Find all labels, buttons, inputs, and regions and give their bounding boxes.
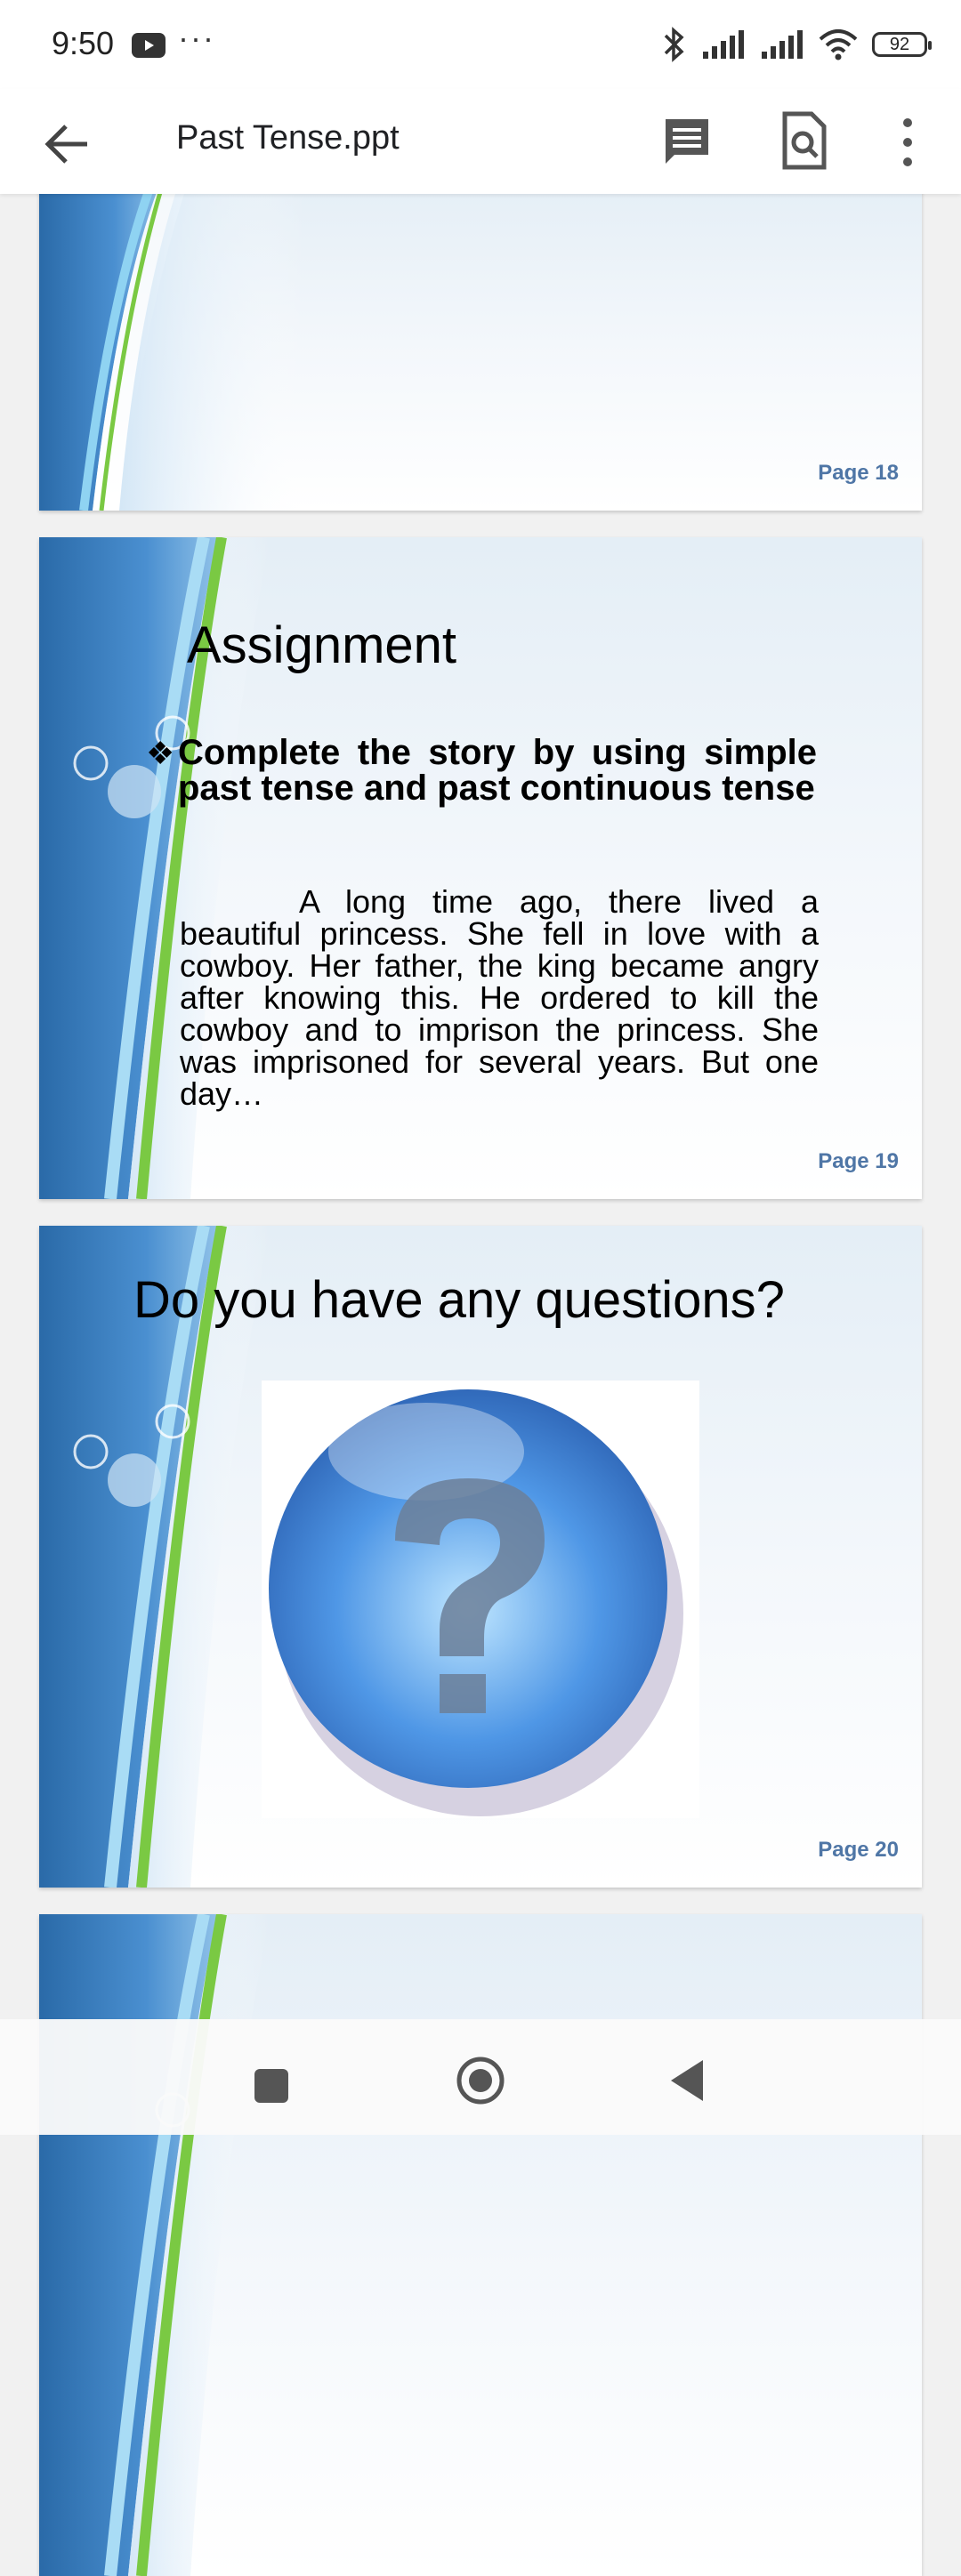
find-in-page-icon[interactable]	[776, 110, 833, 171]
more-notifications-icon: ···	[178, 20, 215, 56]
signal-icon	[762, 30, 803, 59]
system-nav-bar	[0, 2019, 961, 2135]
battery-level: 92	[889, 34, 910, 54]
status-bar: 9:50 ··· 92	[0, 0, 961, 89]
bullet-diamond-icon: ❖	[146, 735, 175, 771]
back-arrow-icon[interactable]	[39, 116, 96, 173]
slide-title: Assignment	[187, 616, 457, 674]
app-bar: Past Tense.ppt	[0, 89, 961, 194]
page-number: Page 18	[818, 461, 899, 485]
status-icons: 92	[660, 25, 932, 64]
clock: 9:50	[52, 25, 115, 61]
slide-19[interactable]: Assignment ❖ Complete the story by using…	[39, 537, 922, 1199]
recents-square-icon[interactable]	[254, 2069, 288, 2103]
bluetooth-icon	[664, 27, 684, 62]
home-circle-icon[interactable]	[455, 2055, 506, 2106]
page-number: Page 19	[818, 1149, 899, 1173]
question-mark-icon	[269, 1389, 683, 1816]
page-number: Page 20	[818, 1838, 899, 1862]
wifi-icon	[819, 29, 858, 60]
slide-title: Do you have any questions?	[133, 1271, 785, 1329]
assignment-instruction: Complete the story by using simple past …	[178, 733, 817, 808]
comment-icon[interactable]	[658, 112, 715, 169]
slide-21[interactable]	[39, 1914, 922, 2576]
slide-18[interactable]: Page 18	[39, 174, 922, 511]
slide-20[interactable]: Do you have any questions? Page 20	[39, 1226, 922, 1888]
story-text: A long time ago, there lived a beautiful…	[180, 883, 819, 1112]
youtube-icon	[132, 33, 166, 58]
question-image	[262, 1381, 699, 1818]
document-title: Past Tense.ppt	[176, 119, 400, 157]
slide-background-wave	[39, 174, 306, 511]
slide-background-wave	[39, 1914, 271, 2576]
signal-icon	[703, 30, 744, 59]
back-triangle-icon[interactable]	[669, 2058, 705, 2103]
more-vert-icon[interactable]	[890, 112, 925, 173]
battery-icon: 92	[872, 32, 932, 57]
